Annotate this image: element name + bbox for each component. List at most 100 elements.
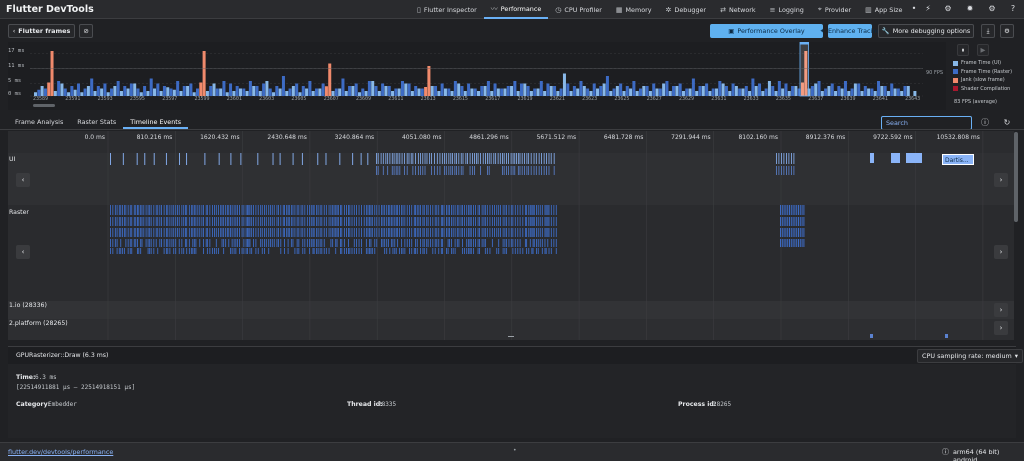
raster-event[interactable]: [255, 239, 257, 247]
raster-event[interactable]: [165, 248, 167, 254]
settings-icon[interactable]: ⚙: [986, 3, 998, 15]
raster-event[interactable]: [429, 228, 431, 237]
raster-event[interactable]: [799, 239, 801, 247]
raster-event[interactable]: [434, 228, 436, 237]
raster-event[interactable]: [526, 228, 528, 237]
raster-event[interactable]: [353, 248, 355, 254]
ui-event[interactable]: [533, 166, 535, 175]
frame-raster-bar[interactable]: [896, 88, 900, 97]
raster-event[interactable]: [193, 217, 195, 226]
raster-event[interactable]: [178, 217, 180, 226]
raster-event[interactable]: [386, 217, 388, 226]
raster-event[interactable]: [118, 228, 120, 237]
raster-event[interactable]: [149, 217, 151, 226]
raster-event[interactable]: [446, 248, 447, 254]
frame-raster-bar[interactable]: [348, 86, 352, 96]
raster-event[interactable]: [317, 248, 319, 254]
ui-event[interactable]: [553, 153, 555, 164]
raster-event[interactable]: [203, 239, 204, 247]
raster-event[interactable]: [473, 205, 475, 215]
frame-raster-bar[interactable]: [162, 86, 166, 96]
raster-event[interactable]: [384, 217, 386, 226]
raster-event[interactable]: [190, 205, 192, 215]
scroll-right-button[interactable]: ›: [994, 303, 1008, 317]
raster-event[interactable]: [264, 228, 265, 237]
raster-event[interactable]: [448, 228, 450, 237]
raster-event[interactable]: [155, 228, 157, 237]
ui-event[interactable]: [441, 153, 443, 164]
raster-event[interactable]: [264, 248, 265, 254]
frame-raster-bar[interactable]: [480, 86, 484, 96]
raster-event[interactable]: [203, 228, 204, 237]
ui-event[interactable]: [891, 153, 900, 163]
raster-event[interactable]: [529, 228, 531, 237]
raster-event[interactable]: [260, 228, 262, 237]
raster-event[interactable]: [498, 248, 500, 254]
raster-event[interactable]: [502, 248, 504, 254]
raster-event[interactable]: [512, 228, 514, 237]
raster-event[interactable]: [484, 228, 486, 237]
raster-event[interactable]: [278, 217, 279, 226]
raster-event[interactable]: [416, 248, 418, 254]
raster-event[interactable]: [147, 248, 149, 254]
raster-event[interactable]: [524, 228, 526, 237]
raster-event[interactable]: [409, 248, 410, 254]
raster-event[interactable]: [235, 217, 237, 226]
raster-event[interactable]: [304, 248, 306, 254]
raster-event[interactable]: [489, 217, 491, 226]
raster-event[interactable]: [442, 217, 444, 226]
raster-event[interactable]: [135, 239, 137, 247]
ui-event[interactable]: [474, 153, 475, 164]
frame-ui-bar[interactable]: [549, 86, 553, 96]
raster-event[interactable]: [536, 217, 537, 226]
raster-event[interactable]: [398, 228, 400, 237]
frame-ui-bar[interactable]: [675, 86, 679, 96]
raster-event[interactable]: [801, 217, 803, 226]
raster-event[interactable]: [505, 248, 507, 254]
raster-event[interactable]: [438, 217, 440, 226]
raster-event[interactable]: [155, 205, 157, 215]
raster-event[interactable]: [792, 228, 794, 237]
raster-event[interactable]: [304, 239, 306, 247]
tab-memory[interactable]: ▦ Memory: [609, 0, 659, 19]
raster-event[interactable]: [462, 228, 464, 237]
frame-raster-bar[interactable]: [96, 86, 100, 96]
raster-event[interactable]: [181, 239, 183, 247]
ui-event[interactable]: [497, 153, 499, 164]
raster-event[interactable]: [401, 205, 403, 215]
raster-event[interactable]: [209, 205, 211, 215]
raster-event[interactable]: [236, 205, 238, 215]
raster-event[interactable]: [268, 217, 270, 226]
raster-event[interactable]: [335, 248, 337, 254]
ui-event[interactable]: [495, 153, 497, 164]
raster-event[interactable]: [452, 228, 454, 237]
raster-event[interactable]: [384, 228, 386, 237]
cpu-sampling-rate-dropdown[interactable]: CPU sampling rate: medium ▾: [917, 349, 1023, 363]
raster-event[interactable]: [175, 228, 177, 237]
raster-event[interactable]: [214, 248, 216, 254]
ui-event[interactable]: [450, 153, 452, 164]
raster-event[interactable]: [163, 228, 165, 237]
raster-event[interactable]: [447, 217, 449, 226]
raster-event[interactable]: [249, 205, 251, 215]
raster-event[interactable]: [116, 239, 118, 247]
raster-event[interactable]: [426, 205, 428, 215]
raster-event[interactable]: [312, 239, 314, 247]
tab-network[interactable]: ⇄ Network: [713, 0, 763, 19]
raster-event[interactable]: [469, 239, 471, 247]
raster-event[interactable]: [186, 228, 188, 237]
raster-event[interactable]: [223, 205, 225, 215]
raster-event[interactable]: [486, 217, 488, 226]
frame-raster-bar[interactable]: [738, 88, 742, 97]
raster-event[interactable]: [514, 248, 516, 254]
raster-event[interactable]: [434, 248, 436, 254]
ui-event[interactable]: [512, 166, 514, 175]
tab-debugger[interactable]: ✲ Debugger: [659, 0, 714, 19]
raster-event[interactable]: [298, 239, 300, 247]
raster-event[interactable]: [458, 217, 460, 226]
raster-event[interactable]: [411, 205, 413, 215]
raster-event[interactable]: [268, 205, 270, 215]
raster-event[interactable]: [451, 205, 453, 215]
raster-event[interactable]: [343, 239, 345, 247]
raster-event[interactable]: [390, 228, 392, 237]
